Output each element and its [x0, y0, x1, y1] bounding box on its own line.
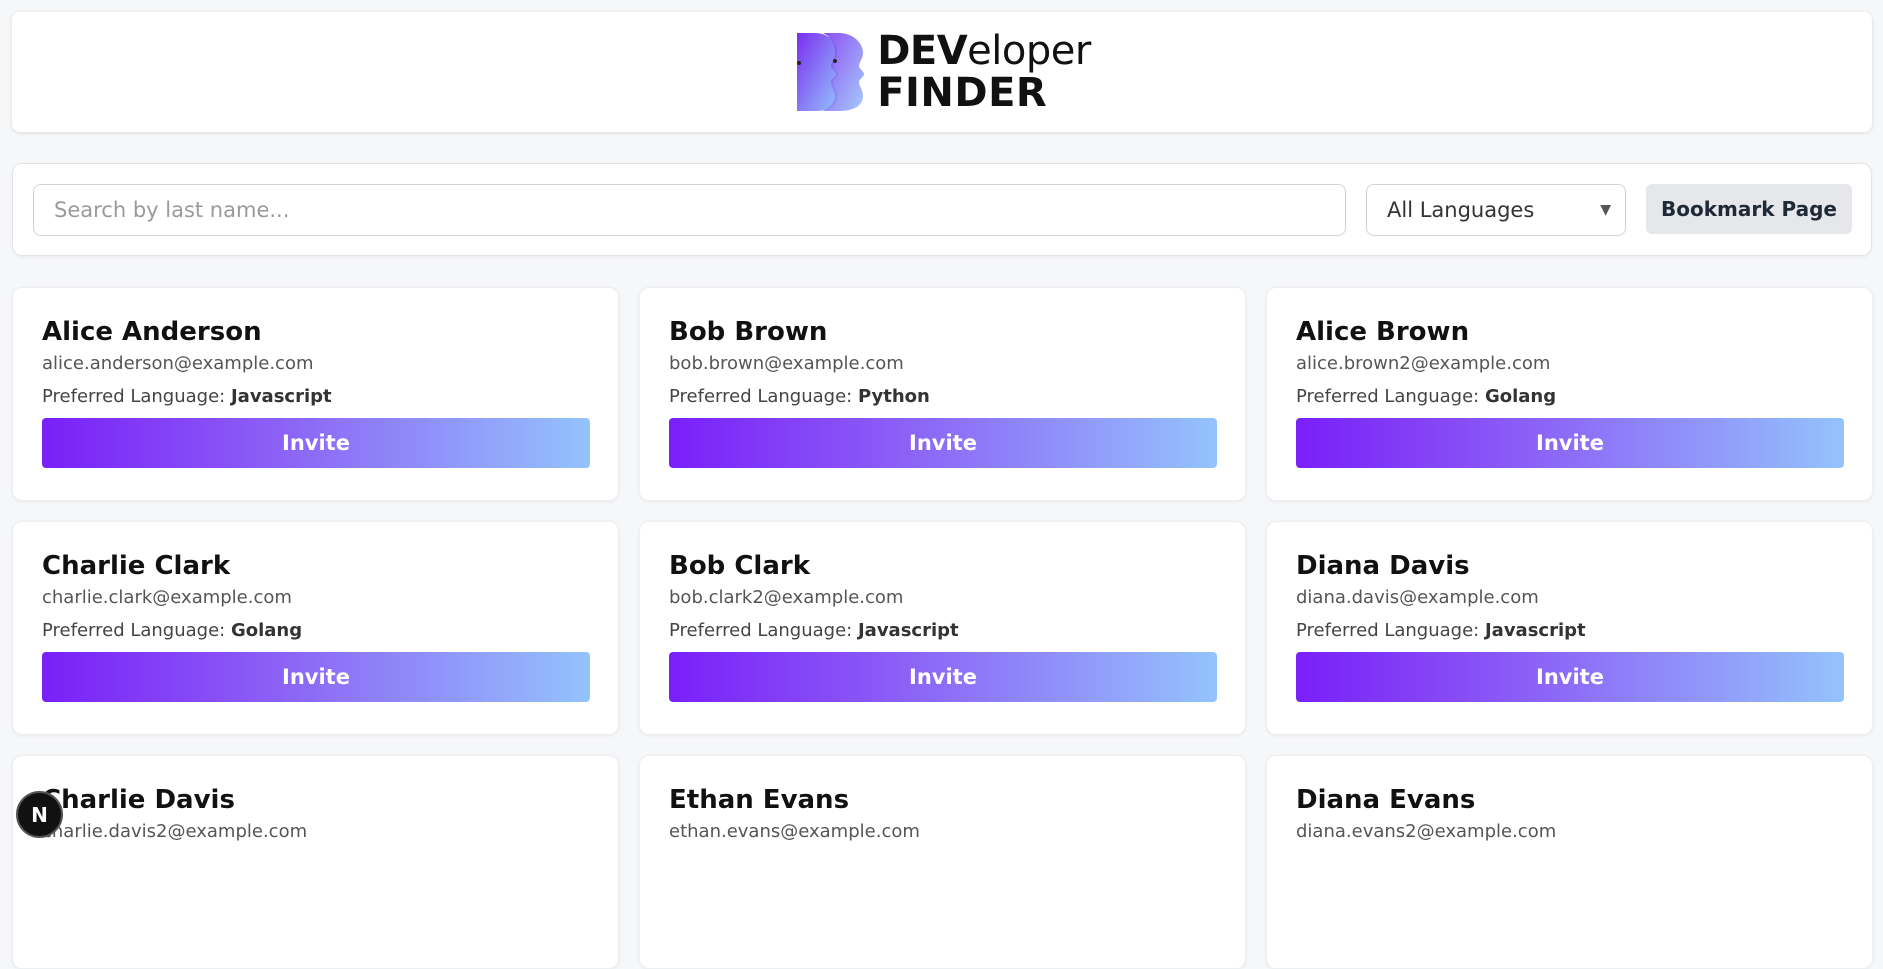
developer-card: Bob Brown bob.brown@example.com Preferre…	[639, 287, 1246, 501]
developer-name: Diana Evans	[1296, 785, 1476, 815]
logo[interactable]: DEVeloper FINDER	[793, 31, 1091, 113]
preferred-language-label: Preferred Language:	[669, 385, 853, 407]
chevron-down-icon: ▼	[1600, 202, 1611, 218]
filter-toolbar: All Languages ▼ Bookmark Page	[12, 163, 1872, 256]
preferred-language-value: Javascript	[230, 385, 332, 407]
logo-finder: FINDER	[877, 70, 1048, 116]
search-input[interactable]	[33, 184, 1346, 236]
logo-line-1: DEVeloper	[877, 31, 1091, 71]
preferred-language: Preferred Language: Python	[669, 386, 1216, 407]
invite-button[interactable]: Invite	[42, 417, 590, 468]
preferred-language: Preferred Language: Golang	[42, 620, 589, 641]
developer-card: Charlie Clark charlie.clark@example.com …	[12, 521, 619, 735]
developer-grid: Alice Anderson alice.anderson@example.co…	[12, 287, 1873, 969]
developer-name: Diana Davis	[1296, 551, 1470, 581]
logo-eloper: eloper	[967, 28, 1091, 74]
logo-faces-icon	[797, 33, 865, 111]
developer-card: Bob Clark bob.clark2@example.com Preferr…	[639, 521, 1246, 735]
preferred-language: Preferred Language: Javascript	[42, 386, 589, 407]
preferred-language-value: Golang	[1484, 385, 1557, 407]
developer-card: Ethan Evans ethan.evans@example.com	[639, 755, 1246, 969]
developer-name: Alice Brown	[1296, 317, 1470, 347]
bookmark-page-button[interactable]: Bookmark Page	[1646, 184, 1852, 234]
developer-email: bob.clark2@example.com	[669, 586, 904, 608]
preferred-language-value: Javascript	[1484, 619, 1586, 641]
app-header: DEVeloper FINDER	[12, 12, 1872, 132]
developer-card: Diana Davis diana.davis@example.com Pref…	[1266, 521, 1873, 735]
nextjs-dev-badge[interactable]: N	[16, 791, 63, 838]
preferred-language-value: Golang	[230, 619, 303, 641]
invite-button[interactable]: Invite	[669, 651, 1217, 702]
developer-email: charlie.davis2@example.com	[42, 820, 308, 842]
developer-card: Alice Brown alice.brown2@example.com Pre…	[1266, 287, 1873, 501]
preferred-language-value: Python	[857, 385, 930, 407]
developer-name: Ethan Evans	[669, 785, 850, 815]
developer-email: diana.davis@example.com	[1296, 586, 1539, 608]
preferred-language-label: Preferred Language:	[669, 619, 853, 641]
language-select-value: All Languages	[1387, 198, 1535, 222]
preferred-language-label: Preferred Language:	[42, 619, 226, 641]
developer-card: Charlie Davis charlie.davis2@example.com	[12, 755, 619, 969]
developer-name: Alice Anderson	[42, 317, 262, 347]
invite-button[interactable]: Invite	[1296, 651, 1844, 702]
logo-dev: DEV	[877, 28, 968, 74]
developer-name: Bob Brown	[669, 317, 828, 347]
developer-email: ethan.evans@example.com	[669, 820, 920, 842]
preferred-language: Preferred Language: Javascript	[669, 620, 1216, 641]
developer-name: Bob Clark	[669, 551, 810, 581]
developer-email: bob.brown@example.com	[669, 352, 904, 374]
preferred-language: Preferred Language: Javascript	[1296, 620, 1843, 641]
developer-card: Diana Evans diana.evans2@example.com	[1266, 755, 1873, 969]
developer-email: diana.evans2@example.com	[1296, 820, 1557, 842]
developer-card: Alice Anderson alice.anderson@example.co…	[12, 287, 619, 501]
developer-email: charlie.clark@example.com	[42, 586, 292, 608]
developer-name: Charlie Clark	[42, 551, 231, 581]
developer-email: alice.anderson@example.com	[42, 352, 314, 374]
invite-button[interactable]: Invite	[1296, 417, 1844, 468]
preferred-language-label: Preferred Language:	[1296, 385, 1480, 407]
developer-name: Charlie Davis	[42, 785, 235, 815]
preferred-language: Preferred Language: Golang	[1296, 386, 1843, 407]
invite-button[interactable]: Invite	[669, 417, 1217, 468]
preferred-language-label: Preferred Language:	[1296, 619, 1480, 641]
preferred-language-label: Preferred Language:	[42, 385, 226, 407]
preferred-language-value: Javascript	[857, 619, 959, 641]
developer-email: alice.brown2@example.com	[1296, 352, 1551, 374]
invite-button[interactable]: Invite	[42, 651, 590, 702]
language-select[interactable]: All Languages ▼	[1366, 184, 1626, 236]
